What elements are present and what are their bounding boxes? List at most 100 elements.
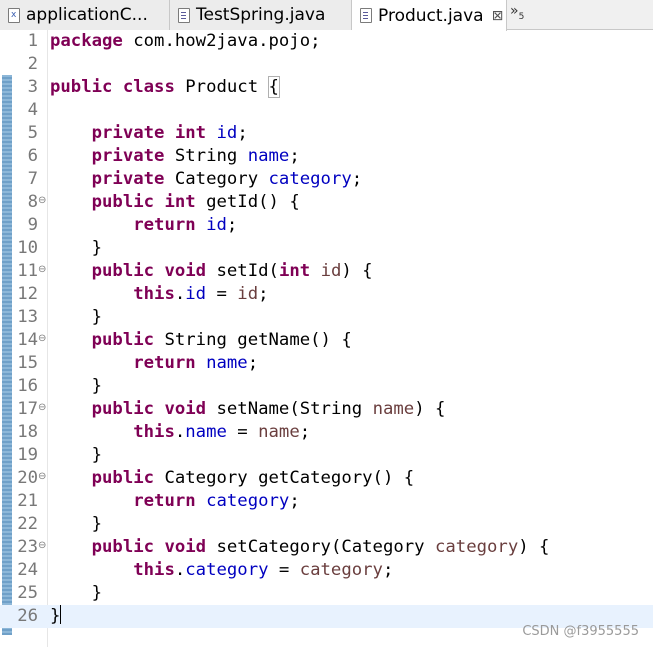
fold-toggle-icon[interactable]: ⊖ <box>38 191 46 211</box>
code-line[interactable]: 5 private int id; <box>0 122 653 145</box>
code-line[interactable]: 24 this.category = category; <box>0 559 653 582</box>
line-number: 17 <box>17 399 38 419</box>
line-number: 13 <box>17 307 38 327</box>
tab-label: Product.java <box>378 5 484 26</box>
fold-toggle-icon[interactable]: ⊖ <box>38 467 46 487</box>
code-line[interactable]: 22 } <box>0 513 653 536</box>
tab-overflow-button[interactable]: »5 <box>510 3 524 22</box>
code-line[interactable]: 10 } <box>0 237 653 260</box>
code-line[interactable]: 4 <box>0 99 653 122</box>
code-token: String <box>164 146 248 166</box>
code-line[interactable]: 14 ⊖ public String getName() { <box>0 329 653 352</box>
code-token: Category <box>164 169 269 189</box>
code-token: } <box>50 238 103 258</box>
keyword-token: void <box>164 261 207 281</box>
keyword-token: public <box>91 399 155 419</box>
java-file-icon <box>360 8 372 23</box>
code-text: package com.how2java.pojo; <box>50 30 321 53</box>
field-token: category <box>268 169 352 189</box>
brace-token: { <box>267 76 280 98</box>
code-token: ; <box>247 353 259 373</box>
tab-application-context[interactable]: applicationC... <box>0 0 170 30</box>
keyword-token: private <box>91 123 165 143</box>
code-token: } <box>50 583 103 603</box>
brace-token: } <box>50 606 61 626</box>
xml-file-icon <box>8 7 20 23</box>
keyword-token: int <box>164 192 196 212</box>
line-number: 6 <box>27 146 38 166</box>
code-text: private String name; <box>50 145 300 168</box>
code-text: public void setCategory(Category categor… <box>50 536 550 559</box>
code-line[interactable]: 20 ⊖ public Category getCategory() { <box>0 467 653 490</box>
code-text: } <box>50 444 102 467</box>
line-number: 18 <box>17 422 38 442</box>
keyword-token: return <box>133 491 196 511</box>
fold-toggle-icon[interactable]: ⊖ <box>38 536 46 556</box>
code-line[interactable]: 12 this.id = id; <box>0 283 653 306</box>
code-line[interactable]: 6 private String name; <box>0 145 653 168</box>
code-token: ; <box>237 123 248 143</box>
code-line[interactable]: 11 ⊖ public void setId(int id) { <box>0 260 653 283</box>
tab-product[interactable]: Product.java ⊠ <box>352 0 507 31</box>
code-token: ; <box>289 146 300 166</box>
code-line[interactable]: 9 return id; <box>0 214 653 237</box>
code-text: this.name = name; <box>50 421 310 444</box>
code-line[interactable]: 25 } <box>0 582 653 605</box>
code-line[interactable]: 3 public class Product { <box>0 76 653 99</box>
line-number: 19 <box>17 445 38 465</box>
variable-token: category <box>435 537 519 557</box>
line-number: 5 <box>27 123 38 143</box>
code-line[interactable]: 16 } <box>0 375 653 398</box>
code-line[interactable]: 13 } <box>0 306 653 329</box>
code-line[interactable]: 18 this.name = name; <box>0 421 653 444</box>
overflow-chevron-icon: » <box>510 3 519 19</box>
code-text: } <box>50 582 102 605</box>
code-text: } <box>50 306 102 329</box>
line-number: 25 <box>17 583 38 603</box>
line-number: 9 <box>27 215 38 235</box>
code-token: ; <box>351 169 363 189</box>
code-line[interactable]: 2 <box>0 53 653 76</box>
close-icon[interactable]: ⊠ <box>492 8 504 24</box>
field-token: id <box>185 284 207 304</box>
keyword-token: private <box>91 146 165 166</box>
keyword-token: public <box>91 192 155 212</box>
code-line[interactable]: 7 private Category category; <box>0 168 653 191</box>
code-line[interactable]: 23 ⊖ public void setCategory(Category cat… <box>0 536 653 559</box>
code-line[interactable]: 17 ⊖ public void setName(String name) { <box>0 398 653 421</box>
code-token: = <box>268 560 300 580</box>
fold-toggle-icon[interactable]: ⊖ <box>38 329 46 349</box>
fold-toggle-icon[interactable]: ⊖ <box>38 260 46 280</box>
keyword-token: public <box>91 468 155 488</box>
field-token: category <box>185 560 269 580</box>
code-line[interactable]: 15 return name; <box>0 352 653 375</box>
line-number: 7 <box>27 169 38 189</box>
line-number: 21 <box>17 491 38 511</box>
code-line[interactable]: 1 package com.how2java.pojo; <box>0 30 653 53</box>
code-editor[interactable]: 1 package com.how2java.pojo; 2 3 public clas… <box>0 30 653 647</box>
keyword-token: int <box>174 123 207 143</box>
line-number: 2 <box>27 54 38 74</box>
field-token: name <box>206 353 248 373</box>
code-line[interactable]: 8 ⊖ public int getId() { <box>0 191 653 214</box>
code-text: } <box>50 375 102 398</box>
overflow-count: 5 <box>518 11 525 22</box>
tab-test-spring[interactable]: TestSpring.java <box>170 0 352 30</box>
fold-toggle-icon[interactable]: ⊖ <box>38 398 46 418</box>
code-line[interactable]: 21 return category; <box>0 490 653 513</box>
line-number: 24 <box>17 560 38 580</box>
code-line[interactable]: 19 } <box>0 444 653 467</box>
